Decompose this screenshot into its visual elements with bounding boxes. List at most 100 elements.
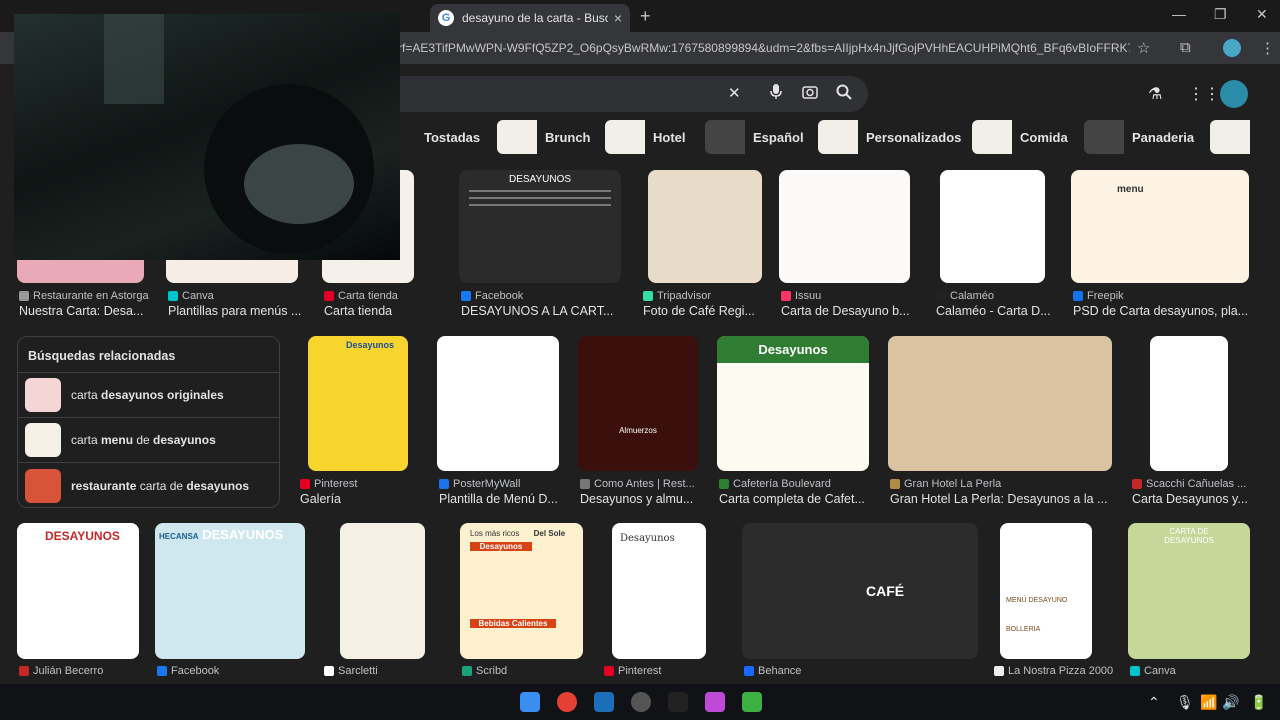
google-apps-icon[interactable]: ⋮⋮	[1188, 84, 1220, 104]
search-icon[interactable]	[836, 84, 852, 104]
new-tab-button[interactable]: +	[640, 6, 651, 27]
volume-icon[interactable]: 🔊	[1222, 694, 1239, 711]
result-image: Desayunos	[717, 336, 869, 471]
browser-menu-icon[interactable]: ⋮	[1260, 39, 1275, 57]
chip-more[interactable]	[1210, 120, 1258, 154]
webcam-face-shape	[244, 144, 354, 224]
image-title-text: menu	[1117, 184, 1144, 195]
result-source: Canva	[1130, 665, 1176, 677]
chip-thumbnail	[605, 120, 645, 154]
tab-close-icon[interactable]: ×	[614, 10, 622, 26]
bookmark-star-icon[interactable]: ☆	[1137, 39, 1150, 57]
result-card[interactable]: Desayunos Pinterest Galería	[298, 336, 410, 511]
app-icon[interactable]	[705, 692, 725, 712]
result-source: Julián Becerro	[19, 665, 103, 677]
source-name: Issuu	[795, 290, 822, 302]
chip-label: Panaderia	[1132, 129, 1195, 145]
image-search-icon[interactable]	[802, 84, 818, 104]
search-input[interactable]: ✕	[380, 76, 868, 112]
result-card[interactable]: CARTA DE DESAYUNOS Canva	[1128, 523, 1250, 683]
source-name: Calaméo	[950, 290, 995, 302]
related-search-item[interactable]: carta desayunos originales	[18, 373, 279, 418]
source-name: Pinterest	[314, 478, 358, 490]
image-title-text: CAFÉ	[866, 583, 905, 599]
result-image: DESAYUNOS	[17, 523, 139, 659]
result-card[interactable]: HECANSA DESAYUNOS Facebook	[155, 523, 305, 683]
image-subtitle-text: CARTA DE	[1169, 527, 1209, 536]
result-card[interactable]: Los más ricos Del Sole Desayunos Bebidas…	[460, 523, 583, 683]
result-card[interactable]: DESAYUNOS Julián Becerro	[17, 523, 139, 683]
clear-search-icon[interactable]: ✕	[728, 84, 741, 102]
app-icon[interactable]	[631, 692, 651, 712]
network-icon[interactable]: 📶	[1200, 694, 1217, 711]
extensions-icon[interactable]: ⧉	[1180, 39, 1191, 56]
chrome-icon[interactable]	[557, 692, 577, 712]
result-source: La Nostra Pizza 2000	[994, 665, 1113, 677]
result-source: Tripadvisor	[643, 290, 711, 302]
result-card[interactable]: Tripadvisor Foto de Café Regi...	[641, 170, 762, 320]
image-title-text: DESAYUNOS	[1164, 536, 1214, 545]
menu-line	[469, 204, 611, 206]
steam-icon[interactable]	[594, 692, 614, 712]
related-thumbnail	[25, 423, 61, 457]
result-source: Como Antes | Rest...	[580, 478, 695, 490]
result-source: Freepik	[1073, 290, 1124, 302]
chip-tostadas[interactable]: Tostadas	[400, 120, 480, 154]
result-caption: Carta de Desayuno b...	[781, 304, 910, 318]
result-card[interactable]: Gran Hotel La Perla Gran Hotel La Perla:…	[888, 336, 1112, 511]
browser-profile-avatar[interactable]	[1223, 39, 1241, 57]
close-window-button[interactable]: ✕	[1256, 6, 1268, 23]
labs-flask-icon[interactable]: ⚗	[1148, 84, 1162, 104]
browser-tab-active[interactable]: G desayuno de la carta - Buscar c ×	[430, 4, 630, 32]
chip-hotel[interactable]: Hotel	[605, 120, 686, 154]
source-name: Canva	[182, 290, 214, 302]
minecraft-icon[interactable]	[742, 692, 762, 712]
related-search-item[interactable]: restaurante carta de desayunos	[18, 463, 279, 508]
chip-panaderia[interactable]: Panaderia	[1084, 120, 1194, 154]
result-card[interactable]: menu Freepik PSD de Carta desayunos, pla…	[1071, 170, 1249, 320]
result-card[interactable]: Calaméo Calaméo - Carta D...	[934, 170, 1052, 320]
epic-games-icon[interactable]	[668, 692, 688, 712]
microphone-icon[interactable]: 🎙	[1176, 694, 1194, 711]
source-favicon-icon	[19, 666, 29, 676]
result-caption: Nuestra Carta: Desa...	[19, 304, 144, 318]
result-image	[648, 170, 762, 283]
restore-button[interactable]: ❐	[1214, 6, 1227, 23]
result-card[interactable]: Almuerzos Como Antes | Rest... Desayunos…	[578, 336, 698, 511]
address-bar[interactable]: srf=AE3TifPMwWPN-W9FfQ5ZP2_O6pQsyBwRMw:1…	[392, 36, 1130, 60]
result-source: Facebook	[461, 290, 523, 302]
result-card[interactable]: Desayunos Cafetería Boulevard Carta comp…	[717, 336, 869, 511]
result-card[interactable]: Scacchi Cañuelas ... Carta Desayunos y..…	[1130, 336, 1250, 511]
chip-espanol[interactable]: Español	[705, 120, 804, 154]
voice-search-icon[interactable]	[770, 84, 782, 104]
menu-line	[469, 197, 611, 199]
related-search-label: restaurante carta de desayunos	[71, 478, 250, 493]
result-caption: Plantilla de Menú D...	[439, 492, 558, 506]
google-account-avatar[interactable]	[1220, 80, 1248, 108]
source-name: Freepik	[1087, 290, 1124, 302]
result-card[interactable]: Sarcletti	[322, 523, 442, 683]
result-card[interactable]: Desayunos Pinterest	[602, 523, 724, 683]
chip-label: Comida	[1020, 129, 1068, 145]
source-name: Restaurante en Astorga	[33, 290, 149, 302]
result-card[interactable]: PosterMyWall Plantilla de Menú D...	[437, 336, 559, 511]
result-card[interactable]: CAFÉ Behance	[742, 523, 978, 683]
result-image: menu	[1071, 170, 1249, 283]
source-favicon-icon	[461, 291, 471, 301]
result-caption: Carta tienda	[324, 304, 393, 318]
minimize-button[interactable]: —	[1172, 6, 1186, 22]
windows-start-icon[interactable]	[520, 692, 540, 712]
result-source: Behance	[744, 665, 801, 677]
result-source: Canva	[168, 290, 214, 302]
result-card[interactable]: DESAYUNOS Facebook DESAYUNOS A LA CART..…	[459, 170, 621, 320]
chip-comida[interactable]: Comida	[972, 120, 1068, 154]
tray-chevron-icon[interactable]: ⌃	[1148, 694, 1160, 711]
chip-personalizados[interactable]: Personalizados	[818, 120, 961, 154]
source-name: Facebook	[475, 290, 524, 302]
source-name: Scacchi Cañuelas ...	[1146, 478, 1247, 490]
result-card[interactable]: MENÚ DESAYUNO BOLLERIA La Nostra Pizza 2…	[992, 523, 1113, 683]
related-search-item[interactable]: carta menu de desayunos	[18, 418, 279, 463]
battery-icon[interactable]: 🔋	[1250, 694, 1267, 711]
result-card[interactable]: Issuu Carta de Desayuno b...	[779, 170, 910, 320]
chip-brunch[interactable]: Brunch	[497, 120, 591, 154]
